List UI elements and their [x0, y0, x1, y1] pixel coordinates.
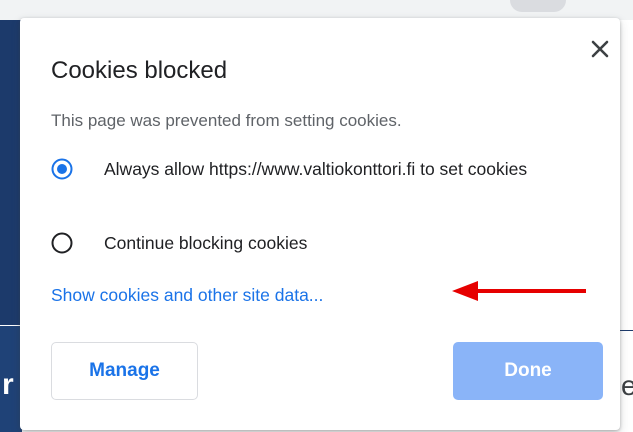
- dialog-subtitle: This page was prevented from setting coo…: [51, 111, 402, 130]
- close-button[interactable]: [587, 36, 613, 62]
- option-continue-blocking[interactable]: Continue blocking cookies: [51, 230, 596, 256]
- dialog-title: Cookies blocked: [51, 57, 228, 84]
- option-continue-blocking-label: Continue blocking cookies: [104, 233, 308, 253]
- option-always-allow[interactable]: Always allow https://www.valtiokonttori.…: [51, 156, 596, 182]
- background-page-divider: [620, 330, 633, 331]
- red-arrow-annotation-icon: [452, 281, 586, 301]
- manage-button[interactable]: Manage: [51, 342, 198, 400]
- background-page-right: [620, 20, 633, 432]
- background-page-text-right: e: [621, 372, 633, 400]
- background-page-text: r: [2, 370, 14, 400]
- show-cookies-link[interactable]: Show cookies and other site data...: [51, 283, 323, 307]
- cookies-blocked-dialog: Cookies blocked This page was prevented …: [20, 18, 620, 430]
- browser-tab-edge: [510, 0, 566, 12]
- done-button[interactable]: Done: [453, 342, 603, 400]
- radio-unselected-icon[interactable]: [51, 232, 73, 254]
- radio-selected-icon[interactable]: [51, 158, 73, 180]
- close-icon: [591, 40, 609, 58]
- option-always-allow-label: Always allow https://www.valtiokonttori.…: [104, 159, 528, 179]
